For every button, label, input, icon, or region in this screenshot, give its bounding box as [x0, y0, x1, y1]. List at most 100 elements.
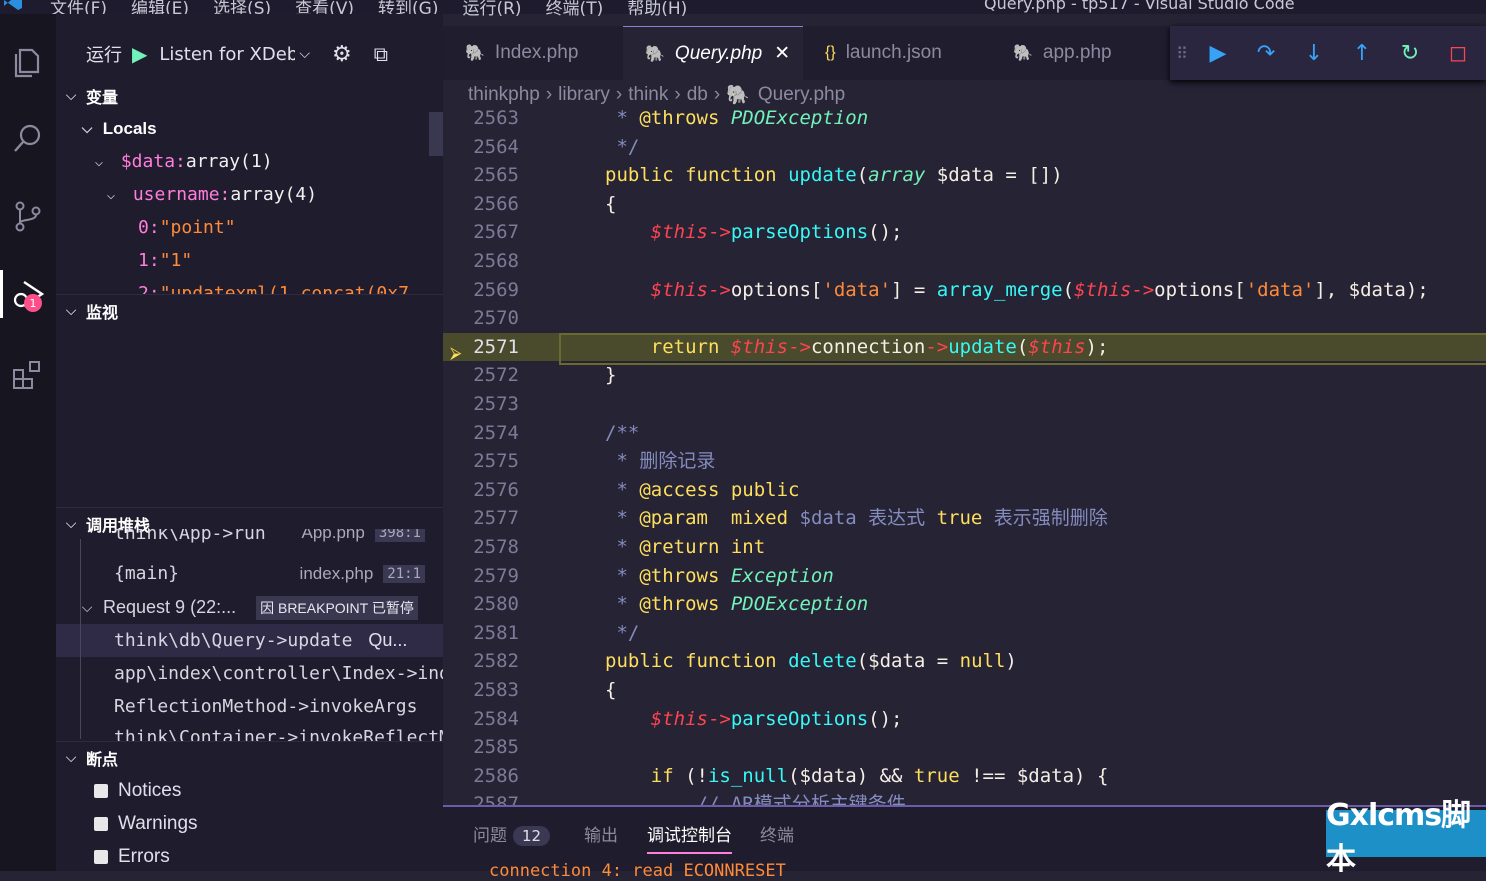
code-line[interactable]: 2584 $this->parseOptions();	[443, 705, 1486, 734]
line-number[interactable]: 2563	[443, 108, 519, 133]
stack-frame-selected[interactable]: think\db\Query->update Qu...	[56, 624, 443, 657]
code-line[interactable]: 2579 * @throws Exception	[443, 562, 1486, 591]
debug-console-icon[interactable]: ⧉	[374, 42, 388, 66]
run-debug-button[interactable]: 1	[0, 264, 56, 324]
line-number[interactable]: 2578	[443, 533, 519, 562]
menu-run[interactable]: 运行(R)	[462, 0, 521, 19]
breakpoint-warnings[interactable]: Warnings	[56, 807, 443, 840]
tab-terminal[interactable]: 终端	[760, 821, 794, 846]
stack-frame[interactable]: app\index\controller\Index->index	[56, 657, 443, 690]
code-line[interactable]: 2567 $this->parseOptions();	[443, 218, 1486, 247]
code-line[interactable]: 2581 */	[443, 619, 1486, 648]
line-number[interactable]: 2587	[443, 790, 519, 805]
variable-row[interactable]: 0: "point"	[56, 211, 443, 244]
code-line[interactable]: 2583 {	[443, 676, 1486, 705]
line-number[interactable]: 2582	[443, 647, 519, 676]
tab-output[interactable]: 输出	[584, 821, 618, 846]
line-number[interactable]: 2566	[443, 190, 519, 219]
line-number[interactable]: 2579	[443, 562, 519, 591]
breakpoint-errors[interactable]: Errors	[56, 840, 443, 871]
tab-debug-console[interactable]: 调试控制台	[647, 821, 732, 854]
line-number[interactable]: 2586	[443, 762, 519, 791]
watch-section-header[interactable]: ⌵ 监视	[56, 294, 443, 326]
variable-row[interactable]: ⌵ $data: array(1)	[56, 145, 443, 178]
code-line[interactable]: 2570	[443, 304, 1486, 333]
code-line[interactable]: 2566 {	[443, 190, 1486, 219]
start-debugging-icon[interactable]: ▶	[132, 42, 147, 66]
code-line[interactable]: 2563 * @throws PDOException	[443, 108, 1486, 133]
tab-app-php[interactable]: 🐘 app.php	[991, 26, 1171, 80]
line-number[interactable]: 2573	[443, 390, 519, 419]
code-line[interactable]: 2580 * @throws PDOException	[443, 590, 1486, 619]
continue-icon[interactable]: ▶	[1194, 41, 1242, 66]
step-over-icon[interactable]: ↷	[1242, 41, 1290, 66]
code-line[interactable]: 2572}	[443, 361, 1486, 390]
tab-problems[interactable]: 问题 12	[473, 821, 551, 846]
line-number[interactable]: 2581	[443, 619, 519, 648]
tab-launch-json[interactable]: {} launch.json	[803, 26, 991, 80]
checkbox[interactable]	[94, 783, 108, 798]
code-line[interactable]: 2574 /**	[443, 419, 1486, 448]
code-line[interactable]: 2577 * @param mixed $data 表达式 true 表示强制删…	[443, 504, 1486, 533]
line-number[interactable]: 2565	[443, 161, 519, 190]
code-line[interactable]: 2565 public function update(array $data =…	[443, 161, 1486, 190]
code-line-current[interactable]: 2571 return $this->connection->update($t…	[443, 332, 1486, 365]
close-icon[interactable]: ✕	[774, 42, 790, 65]
checkbox[interactable]	[94, 849, 108, 864]
breadcrumb-item[interactable]: Query.php	[758, 84, 845, 106]
line-number[interactable]: 2564	[443, 133, 519, 162]
breadcrumb-item[interactable]: library	[558, 84, 610, 106]
breadcrumb-item[interactable]: think	[628, 84, 668, 106]
breakpoint-notices[interactable]: Notices	[56, 774, 443, 807]
breakpoints-section-header[interactable]: ⌵ 断点	[56, 741, 443, 773]
code-line[interactable]: 2582 public function delete($data = null)	[443, 647, 1486, 676]
code-line[interactable]: 2569 $this->options['data'] = array_merg…	[443, 276, 1486, 305]
restart-icon[interactable]: ↻	[1386, 41, 1434, 66]
code-line[interactable]: 2576 * @access public	[443, 476, 1486, 505]
line-number[interactable]: 2574	[443, 419, 519, 448]
code-line[interactable]: 2573	[443, 390, 1486, 419]
step-into-icon[interactable]: ↓	[1290, 41, 1338, 66]
gear-icon[interactable]: ⚙	[332, 42, 352, 67]
stack-frame[interactable]: ReflectionMethod->invokeArgs	[56, 690, 443, 723]
stack-frame[interactable]: {main} index.php 21:1	[56, 557, 443, 590]
line-number[interactable]: 2580	[443, 590, 519, 619]
extensions-button[interactable]	[0, 344, 56, 404]
stack-frame[interactable]: think\Container->invokeReflectMethod	[56, 723, 443, 741]
variables-scrollbar[interactable]	[429, 112, 443, 156]
tab-query-php[interactable]: 🐘 Query.php ✕	[623, 26, 803, 80]
code-line[interactable]: 2575 * 删除记录	[443, 447, 1486, 476]
code-line[interactable]: 2568	[443, 247, 1486, 276]
stop-icon[interactable]: ◻	[1434, 41, 1482, 66]
menu-terminal[interactable]: 终端(T)	[546, 0, 604, 19]
stack-frame[interactable]: think\App->run App.php 398:1	[56, 529, 443, 553]
line-number[interactable]: 2583	[443, 676, 519, 705]
request-thread[interactable]: ⌵ Request 9 (22:... 因 BREAKPOINT 已暂停	[56, 591, 443, 624]
code-line[interactable]: 2578 * @return int	[443, 533, 1486, 562]
line-number[interactable]: 2577	[443, 504, 519, 533]
line-number[interactable]: 2570	[443, 304, 519, 333]
code-line[interactable]: 2586 if (!is_null($data) && true !== $da…	[443, 762, 1486, 791]
launch-config-select[interactable]: Listen for XDebug	[159, 44, 295, 65]
checkbox[interactable]	[94, 816, 108, 831]
code-line[interactable]: 2585	[443, 733, 1486, 762]
breadcrumb-item[interactable]: thinkphp	[468, 84, 540, 106]
variables-section-header[interactable]: ⌵ 变量	[56, 80, 443, 112]
source-control-button[interactable]	[0, 186, 56, 246]
search-button[interactable]	[0, 108, 56, 168]
menu-help[interactable]: 帮助(H)	[627, 0, 687, 19]
breadcrumb-item[interactable]: db	[687, 84, 708, 106]
line-number[interactable]: 2572	[443, 361, 519, 390]
code-editor[interactable]: 2563 * @throws PDOException 2564 */2565 pu…	[443, 108, 1486, 805]
locals-scope[interactable]: ⌵ Locals	[56, 112, 443, 145]
line-number[interactable]: 2584	[443, 705, 519, 734]
step-out-icon[interactable]: ↑	[1338, 41, 1386, 66]
line-number[interactable]: 2576	[443, 476, 519, 505]
code-line[interactable]: 2564 */	[443, 133, 1486, 162]
line-number[interactable]: 2585	[443, 733, 519, 762]
explorer-button[interactable]	[0, 32, 56, 92]
line-number[interactable]: 2569	[443, 276, 519, 305]
chevron-down-icon[interactable]: ⌵	[299, 46, 310, 62]
tab-index-php[interactable]: 🐘 Index.php	[443, 26, 623, 80]
variable-row[interactable]: ⌵ username: array(4)	[56, 178, 443, 211]
